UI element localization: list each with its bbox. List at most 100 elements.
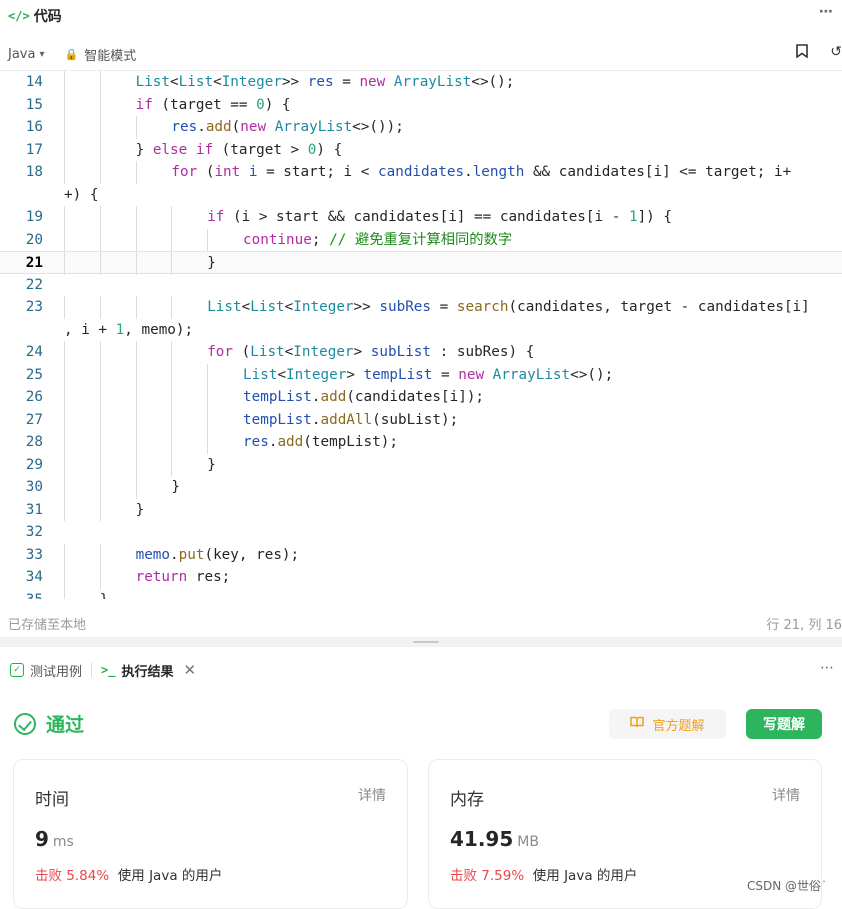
tab-testcase-label: 测试用例 <box>30 664 83 680</box>
editor-toolbar: Java ▾ 🔒 智能模式 ↺ <box>0 40 842 68</box>
code-text: } <box>207 456 216 473</box>
code-line: 32 <box>0 521 842 544</box>
code-line: 29} <box>0 453 842 476</box>
memory-title: 内存 <box>450 790 484 810</box>
line-number: 21 <box>25 255 43 271</box>
line-number: 25 <box>25 366 43 383</box>
code-line: 33 memo.put(key, res); <box>0 543 842 566</box>
indent-guide <box>135 206 137 229</box>
code-text: return res; <box>135 569 231 585</box>
code-line: 34 return res; <box>0 566 842 589</box>
line-number: 28 <box>25 434 43 450</box>
indent-guide <box>64 498 65 521</box>
code-line: 35} <box>0 588 842 600</box>
line-number: 29 <box>25 456 43 473</box>
chevron-down-icon: ▾ <box>39 48 45 60</box>
result-status: 通过 <box>14 710 84 737</box>
indent-guide <box>99 408 101 431</box>
indent-guide <box>99 453 101 476</box>
tab-result[interactable]: >_ 执行结果 ✕ <box>101 661 196 680</box>
line-number: 18 <box>25 164 43 180</box>
code-line: 30} <box>0 476 842 499</box>
indent-guide <box>64 252 65 275</box>
book-icon <box>630 716 645 732</box>
runtime-detail-link[interactable]: 详情 <box>358 785 386 805</box>
close-icon[interactable]: ✕ <box>183 661 196 679</box>
code-line: 26 tempList.add(candidates[i]); <box>0 386 842 409</box>
indent-guide <box>64 116 65 139</box>
tab-divider <box>91 663 93 677</box>
indent-guide <box>64 93 65 116</box>
code-line: 31} <box>0 498 842 521</box>
code-panel-header: </> 代码 ⋯ <box>0 0 842 32</box>
indent-guide <box>99 138 101 161</box>
line-number: 35 <box>0 589 43 600</box>
indent-guide <box>171 252 173 275</box>
indent-guide <box>135 363 137 386</box>
save-status: 已存储至本地 <box>8 618 87 633</box>
runtime-beat: 击败 5.84% 使用 Java 的用户 <box>35 868 223 884</box>
indent-guide <box>64 566 65 589</box>
indent-guide <box>171 296 173 319</box>
code-line: 22 <box>0 274 842 297</box>
line-number: 23 <box>25 299 43 315</box>
result-status-text: 通过 <box>46 714 85 736</box>
indent-guide <box>99 566 101 589</box>
reset-icon[interactable]: ↺ <box>830 44 842 62</box>
drag-handle[interactable] <box>413 641 439 643</box>
code-text: res.add(new ArrayList<>()); <box>171 119 404 135</box>
indent-guide <box>171 453 173 476</box>
code-line: 18 for (int i = start; i < candidates.len… <box>0 161 842 184</box>
code-text: tempList.addAll(subList); <box>243 411 459 428</box>
line-number: 26 <box>25 389 43 405</box>
indent-guide <box>207 386 209 409</box>
checkbox-icon: ✓ <box>10 663 24 677</box>
runtime-value: 9 ms <box>35 827 74 851</box>
code-line: 14 List<List<Integer>> res = new ArrayLis… <box>0 71 842 94</box>
indent-guide <box>64 71 65 94</box>
indent-guide <box>99 116 101 139</box>
code-text: } else if (target > 0) { <box>135 141 343 158</box>
write-solution-button[interactable]: 写题解 <box>746 709 822 739</box>
line-number: 20 <box>25 231 43 248</box>
indent-guide <box>171 206 173 229</box>
code-text: for (int i = start; i < candidates.lengt… <box>171 164 792 180</box>
tab-testcase[interactable]: ✓ 测试用例 <box>10 661 82 680</box>
line-number: 33 <box>25 546 43 563</box>
more-options-icon[interactable]: ⋯ <box>820 660 834 676</box>
code-line: 23 List<List<Integer>> subRes = search(ca… <box>0 296 842 319</box>
indent-guide <box>135 431 137 454</box>
indent-guide <box>64 588 65 599</box>
line-number: 32 <box>25 524 43 540</box>
panel-splitter[interactable] <box>0 637 842 647</box>
code-text: } <box>100 589 109 600</box>
watermark: CSDN @世俗˙ <box>746 879 827 893</box>
line-number: 17 <box>25 141 43 158</box>
code-text: List<List<Integer>> res = new ArrayList<… <box>135 74 515 90</box>
indent-guide <box>135 476 137 499</box>
code-editor[interactable]: 14 List<List<Integer>> res = new ArrayLis… <box>0 70 842 599</box>
indent-guide <box>64 543 65 566</box>
line-number: 15 <box>25 96 43 113</box>
bookmark-icon[interactable] <box>796 44 809 62</box>
indent-guide <box>171 408 173 431</box>
line-number: 22 <box>25 276 43 293</box>
more-options-icon[interactable]: ⋯ <box>819 4 834 20</box>
code-text: } <box>207 255 216 271</box>
mode-toggle[interactable]: 🔒 智能模式 <box>65 45 137 64</box>
bottom-tabs: ✓ 测试用例 >_ 执行结果 ✕ ⋯ <box>0 656 842 684</box>
indent-guide <box>99 543 101 566</box>
memory-detail-link[interactable]: 详情 <box>772 785 800 805</box>
language-select[interactable]: Java ▾ <box>8 47 45 62</box>
code-line: 25 List<Integer> tempList = new ArrayList… <box>0 363 842 386</box>
indent-guide <box>64 476 65 499</box>
code-line: 17 } else if (target > 0) { <box>0 138 842 161</box>
code-line: 24 for (List<Integer> subList : subRes) { <box>0 341 842 364</box>
indent-guide <box>135 386 137 409</box>
official-solution-button[interactable]: 官方题解 <box>609 709 726 739</box>
code-line: 16 res.add(new ArrayList<>()); <box>0 116 842 139</box>
indent-guide <box>64 138 65 161</box>
indent-guide <box>64 161 65 184</box>
line-number: 16 <box>25 119 43 135</box>
code-line: 28 res.add(tempList); <box>0 431 842 454</box>
